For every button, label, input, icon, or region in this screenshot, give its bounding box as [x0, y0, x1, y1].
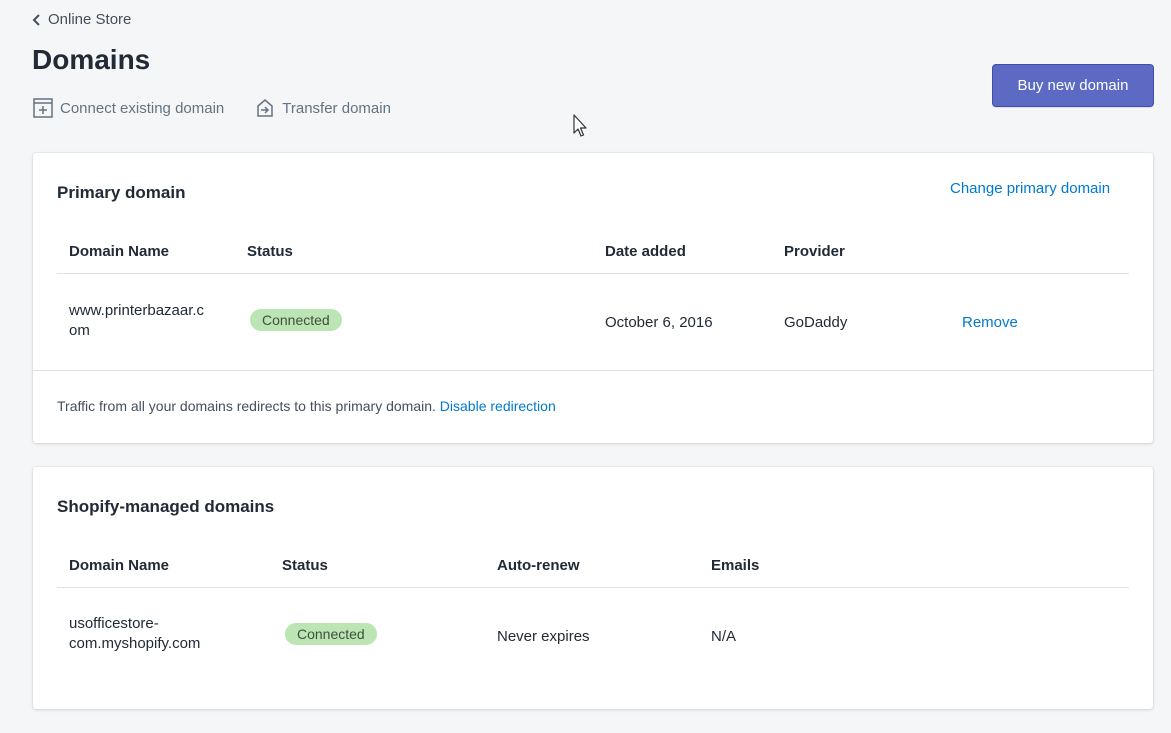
- status-badge: Connected: [284, 622, 378, 646]
- section-divider: [33, 370, 1153, 371]
- secondary-actions: Connect existing domain Transfer domain: [32, 97, 391, 119]
- transfer-domain-icon: [257, 99, 274, 117]
- page-title: Domains: [32, 44, 151, 75]
- redirection-note: Traffic from all your domains redirects …: [57, 398, 556, 414]
- primary-domain-card: Primary domain Change primary domain Dom…: [33, 153, 1153, 443]
- shopify-managed-domains-card: Shopify-managed domains Domain Name Stat…: [33, 467, 1153, 709]
- buy-new-domain-button[interactable]: Buy new domain: [992, 64, 1154, 107]
- transfer-domain-label: Transfer domain: [282, 99, 391, 117]
- header-divider: [57, 587, 1129, 588]
- domains-page: Online Store Domains Connect existing do…: [0, 0, 1171, 733]
- column-header-emails: Emails: [711, 557, 760, 574]
- table-row-domain-name: usofficestore- com.myshopify.com: [69, 614, 200, 654]
- emails-value: N/A: [711, 628, 737, 645]
- domain-name-line-1: usofficestore-: [69, 615, 159, 632]
- change-primary-domain-link[interactable]: Change primary domain: [950, 180, 1110, 197]
- domain-name-line-2: om: [69, 322, 90, 339]
- connect-existing-domain-label: Connect existing domain: [60, 99, 225, 117]
- remove-domain-link[interactable]: Remove: [962, 314, 1018, 331]
- auto-renew-value: Never expires: [497, 628, 590, 645]
- breadcrumb[interactable]: Online Store: [32, 11, 131, 28]
- mouse-pointer-icon: [573, 114, 587, 137]
- primary-domain-title: Primary domain: [57, 183, 186, 202]
- column-header-auto-renew: Auto-renew: [497, 557, 580, 574]
- column-header-status: Status: [247, 243, 293, 260]
- transfer-domain-button[interactable]: Transfer domain: [254, 97, 391, 119]
- connect-domain-icon: [33, 98, 53, 118]
- disable-redirection-link[interactable]: Disable redirection: [440, 398, 556, 414]
- header-divider: [57, 273, 1129, 274]
- column-header-date-added: Date added: [605, 243, 686, 260]
- domain-name-line-1: www.printerbazaar.c: [69, 302, 205, 319]
- provider-value: GoDaddy: [784, 314, 848, 331]
- connect-existing-domain-button[interactable]: Connect existing domain: [32, 97, 224, 119]
- domain-name-line-2: com.myshopify.com: [69, 635, 201, 652]
- status-badge: Connected: [249, 308, 343, 332]
- date-added-value: October 6, 2016: [605, 314, 713, 331]
- chevron-left-icon: [32, 13, 40, 26]
- column-header-domain-name: Domain Name: [69, 557, 170, 574]
- breadcrumb-label: Online Store: [48, 11, 132, 28]
- redirection-note-text: Traffic from all your domains redirects …: [57, 398, 436, 414]
- column-header-provider: Provider: [784, 243, 845, 260]
- column-header-status: Status: [282, 557, 328, 574]
- shopify-managed-domains-title: Shopify-managed domains: [57, 497, 275, 516]
- table-row-domain-name: www.printerbazaar.c om: [69, 301, 204, 341]
- column-header-domain-name: Domain Name: [69, 243, 170, 260]
